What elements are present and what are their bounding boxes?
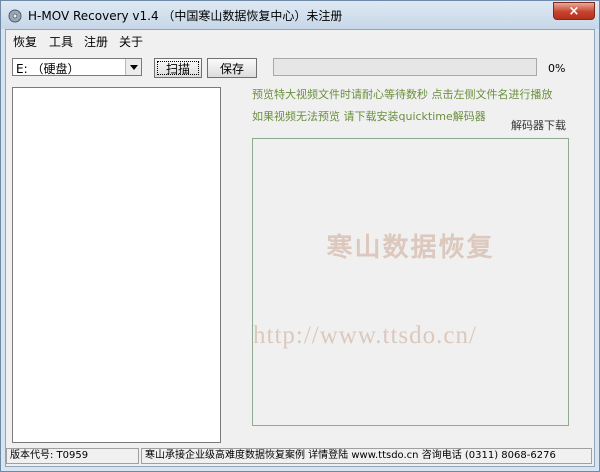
disc-icon bbox=[8, 8, 22, 23]
progress-percent: 0% bbox=[548, 62, 566, 75]
watermark-url: http://www.ttsdo.cn/ bbox=[253, 322, 477, 349]
status-info: 寒山承接企业级高难度数据恢复案例 详情登陆 www.ttsdo.cn 咨询电话 … bbox=[141, 448, 592, 464]
title-bar[interactable]: H-MOV Recovery v1.4 （中国寒山数据恢复中心）未注册 × bbox=[1, 1, 599, 29]
menu-recover[interactable]: 恢复 bbox=[13, 33, 37, 50]
close-icon: × bbox=[568, 3, 580, 19]
status-version: 版本代号: T0959 bbox=[6, 448, 139, 464]
hint-line-2: 如果视频无法预览 请下载安装quicktime解码器 bbox=[252, 110, 486, 123]
save-button[interactable]: 保存 bbox=[207, 58, 257, 78]
client-area: 恢复 工具 注册 关于 E: （硬盘） 扫描 保存 0% 预览特大视频文件时请耐… bbox=[5, 29, 595, 467]
app-window: H-MOV Recovery v1.4 （中国寒山数据恢复中心）未注册 × 恢复… bbox=[0, 0, 600, 472]
video-preview-area[interactable]: 寒山数据恢复 http://www.ttsdo.cn/ bbox=[252, 138, 569, 426]
status-bar: 版本代号: T0959 寒山承接企业级高难度数据恢复案例 详情登陆 www.tt… bbox=[6, 446, 594, 466]
drive-select[interactable]: E: （硬盘） bbox=[12, 58, 142, 76]
watermark-name: 寒山数据恢复 bbox=[326, 233, 495, 263]
hint-line-1: 预览特大视频文件时请耐心等待数秒 点击左侧文件名进行播放 bbox=[252, 88, 553, 101]
window-title: H-MOV Recovery v1.4 （中国寒山数据恢复中心）未注册 bbox=[28, 9, 343, 23]
codec-download-link[interactable]: 解码器下载 bbox=[511, 117, 566, 133]
drive-select-value: E: （硬盘） bbox=[16, 62, 80, 76]
file-list[interactable] bbox=[12, 87, 221, 443]
scan-button[interactable]: 扫描 bbox=[154, 58, 202, 78]
menu-bar: 恢复 工具 注册 关于 bbox=[6, 30, 594, 50]
menu-tools[interactable]: 工具 bbox=[49, 33, 73, 50]
menu-register[interactable]: 注册 bbox=[84, 33, 108, 50]
chevron-down-icon[interactable] bbox=[125, 59, 141, 75]
menu-about[interactable]: 关于 bbox=[119, 33, 143, 50]
scan-progress-bar bbox=[273, 58, 537, 76]
close-button[interactable]: × bbox=[553, 2, 595, 20]
